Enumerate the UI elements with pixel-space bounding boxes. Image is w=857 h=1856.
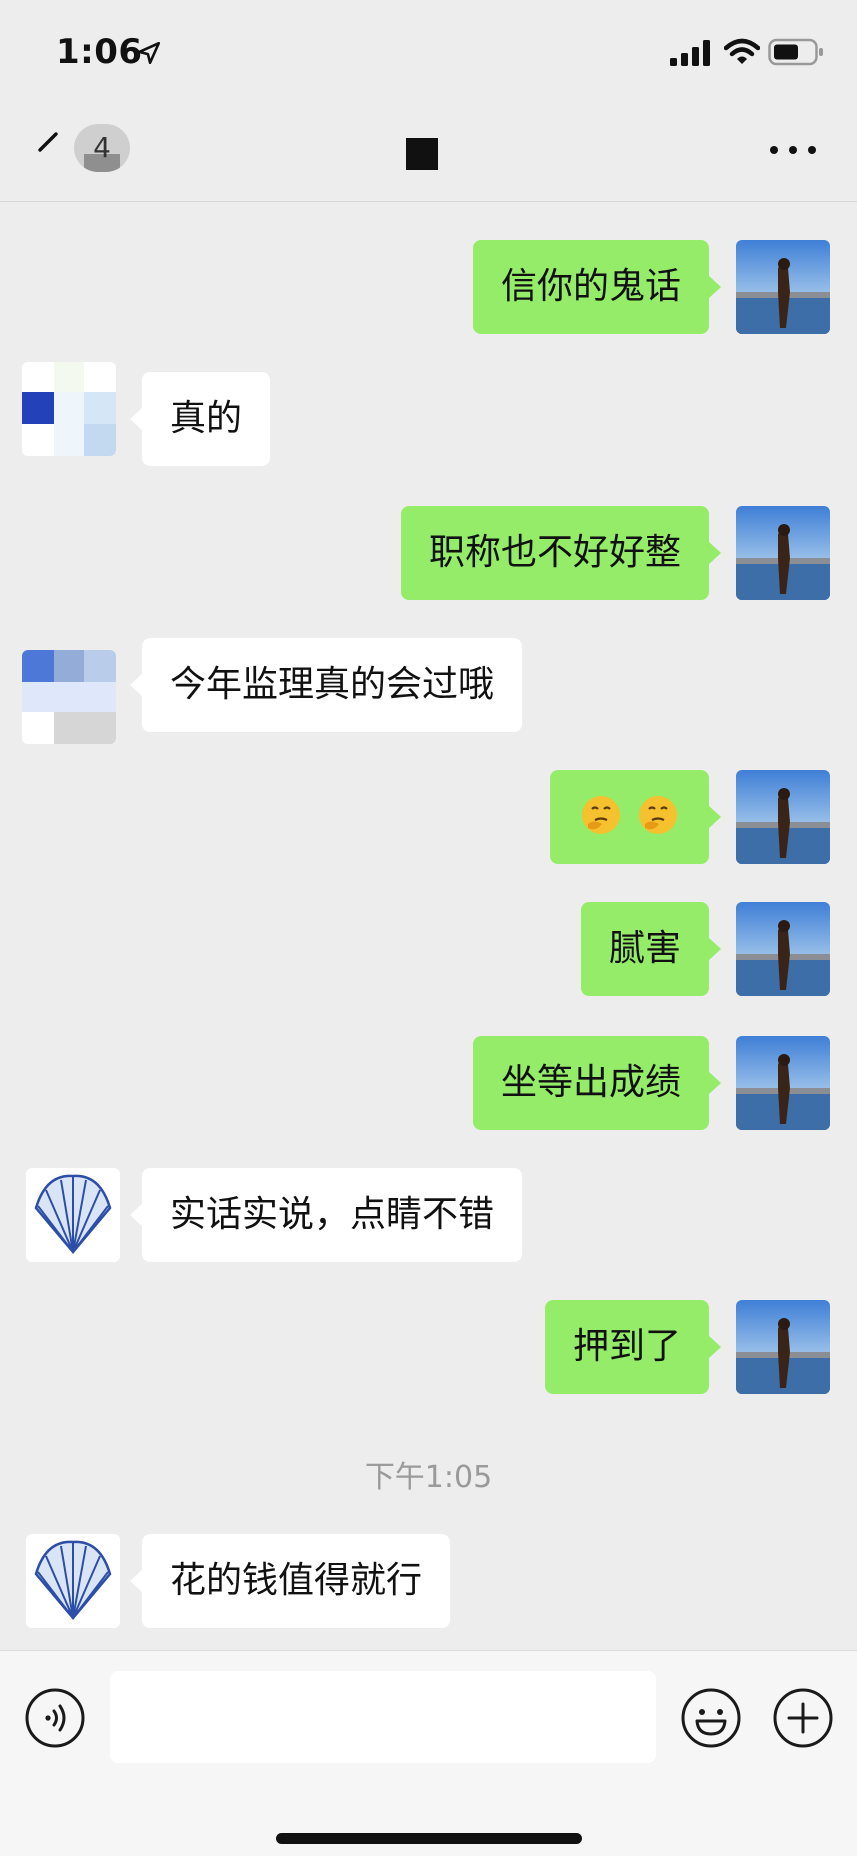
message-row: 腻害 [0,902,857,996]
message-bubble-received[interactable]: 花的钱值得就行 [129,1534,451,1628]
message-row: 信你的鬼话 [0,240,857,334]
chat-title-redacted [406,138,438,170]
avatar-self[interactable] [736,770,830,864]
more-dots-icon[interactable] [768,140,818,160]
battery-icon [768,38,823,66]
location-arrow-icon [137,41,161,65]
avatar-contact-mosaic[interactable] [22,650,116,744]
message-bubble-received[interactable]: 真的 [129,372,271,466]
message-bubble-sent[interactable]: 坐等出成绩 [472,1036,722,1130]
message-row: 花的钱值得就行 [0,1534,857,1628]
thinking-face-icon [581,796,620,834]
avatar-self[interactable] [736,1300,830,1394]
message-bubble-sent[interactable]: 腻害 [580,902,722,996]
avatar-contact-mosaic[interactable] [22,362,116,456]
plus-icon[interactable] [772,1687,834,1749]
signal-icon [670,40,710,66]
chat-header: 4 [0,104,857,202]
chevron-left-icon[interactable] [34,130,64,166]
message-bubble-sent[interactable]: 信你的鬼话 [472,240,722,334]
status-time: 1:06 [56,32,143,72]
avatar-self[interactable] [736,902,830,996]
message-input[interactable] [110,1671,656,1763]
avatar-contact-shell[interactable] [26,1534,120,1628]
message-row: 今年监理真的会过哦 [0,638,857,744]
message-bubble-sent-emoji[interactable] [549,770,722,864]
message-row: 职称也不好好整 [0,506,857,600]
avatar-contact-shell[interactable] [26,1168,120,1262]
message-bubble-sent[interactable]: 职称也不好好整 [400,506,722,600]
message-timestamp: 下午1:05 [364,1460,493,1495]
unread-count: 4 [93,131,111,164]
unread-count-badge[interactable]: 4 [74,124,130,172]
home-indicator[interactable] [276,1833,582,1844]
avatar-self[interactable] [736,240,830,334]
avatar-self[interactable] [736,1036,830,1130]
voice-icon[interactable] [24,1687,86,1749]
thinking-face-icon [639,796,677,834]
message-row: 实话实说，点睛不错 [0,1168,857,1262]
smiley-icon[interactable] [680,1687,742,1749]
message-bubble-received[interactable]: 今年监理真的会过哦 [129,638,523,732]
message-row: 真的 [0,362,857,466]
message-row [0,770,857,864]
message-bubble-received[interactable]: 实话实说，点睛不错 [129,1168,523,1262]
message-row: 坐等出成绩 [0,1036,857,1130]
wifi-icon [724,38,760,64]
chat-input-bar [0,1650,857,1856]
message-row: 押到了 [0,1300,857,1394]
message-bubble-sent[interactable]: 押到了 [544,1300,722,1394]
avatar-self[interactable] [736,506,830,600]
status-bar: 1:06 [0,0,857,104]
